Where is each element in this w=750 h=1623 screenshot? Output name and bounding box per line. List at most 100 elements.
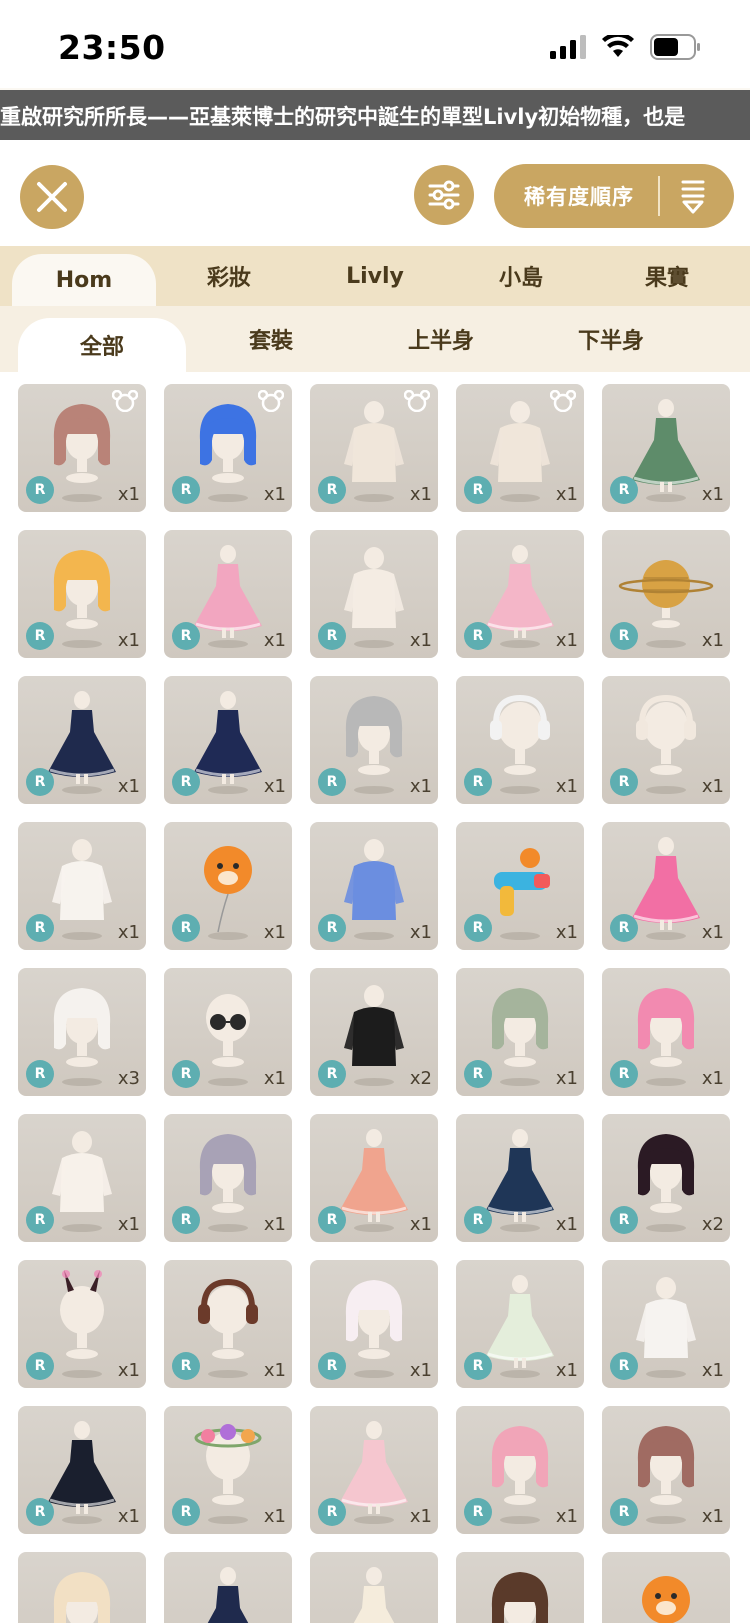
rarity-badge: R [172,622,200,650]
rarity-badge: R [464,768,492,796]
item-cell[interactable]: Rx1 [456,1406,584,1534]
rarity-badge: R [610,476,638,504]
item-quantity: x1 [409,484,432,505]
item-cell[interactable]: Rx1 [18,530,146,658]
tab-outfit[interactable]: 套裝 [186,306,356,372]
item-cell[interactable]: Rx1 [18,822,146,950]
rarity-badge: R [26,476,54,504]
item-cell[interactable]: Rx1 [602,822,730,950]
item-cell[interactable]: Rx1 [602,384,730,512]
item-cell[interactable]: Rx1 [164,1114,292,1242]
item-quantity: x1 [117,776,140,797]
rarity-badge: R [318,1060,346,1088]
filter-button[interactable] [414,165,474,225]
bear-ears-icon [550,390,576,412]
item-cell[interactable]: Rx1 [456,676,584,804]
cream-gown-icon [353,1567,395,1623]
rarity-badge: R [172,1352,200,1380]
item-cell[interactable]: Rx1 [456,1114,584,1242]
item-cell[interactable]: Rx1 [310,822,438,950]
item-cell[interactable]: Rx1 [310,384,438,512]
item-cell[interactable]: Rx1 [456,968,584,1096]
item-cell[interactable]: Rx1 [164,676,292,804]
item-cell[interactable]: Rx1 [18,1260,146,1388]
item-cell[interactable]: Rx1 [310,676,438,804]
item-cell[interactable]: Rx1 [310,1260,438,1388]
item-cell[interactable] [456,1552,584,1623]
item-cell[interactable] [164,1552,292,1623]
tab-island[interactable]: 小島 [448,246,594,306]
item-cell[interactable]: Rx1 [164,530,292,658]
item-cell[interactable]: Rx2 [602,1114,730,1242]
tab-fruit[interactable]: 果實 [594,246,740,306]
tab-all[interactable]: 全部 [18,318,186,372]
rarity-badge: R [26,1352,54,1380]
bear-ears-icon [112,390,138,412]
category-tabs: Hom 彩妝 Livly 小島 果實 [0,246,750,306]
item-cell[interactable]: Rx2 [310,968,438,1096]
item-quantity: x1 [409,1360,432,1381]
item-cell[interactable]: Rx1 [456,822,584,950]
item-cell[interactable]: Rx1 [456,1260,584,1388]
item-quantity: x1 [263,1214,286,1235]
item-cell[interactable]: Rx1 [310,1114,438,1242]
item-quantity: x1 [117,1214,140,1235]
battery-icon [650,34,700,60]
item-cell[interactable]: Rx1 [18,1406,146,1534]
rarity-badge: R [318,1206,346,1234]
item-cell[interactable]: Rx1 [602,676,730,804]
rarity-badge: R [318,622,346,650]
item-cell[interactable]: Rx1 [18,676,146,804]
item-cell[interactable]: Rx3 [18,968,146,1096]
item-cell[interactable]: Rx1 [456,384,584,512]
item-cell[interactable] [602,1552,730,1623]
rarity-badge: R [464,914,492,942]
item-cell[interactable]: Rx1 [164,1260,292,1388]
tab-upper-body[interactable]: 上半身 [356,306,526,372]
item-cell[interactable]: Rx1 [18,384,146,512]
item-cell[interactable]: Rx1 [164,384,292,512]
item-quantity: x1 [263,1360,286,1381]
sort-divider [658,176,660,216]
tab-hom[interactable]: Hom [12,254,156,306]
item-cell[interactable]: Rx1 [602,530,730,658]
rarity-badge: R [318,1498,346,1526]
hair-dark-brown-icon [491,1572,549,1623]
item-quantity: x2 [701,1214,724,1235]
status-bar: 23:50 [0,0,750,88]
sliders-icon [428,180,460,210]
item-quantity: x1 [555,1506,578,1527]
ticker-text: 重啟研究所所長——亞基萊博士的研究中誕生的單型Livly初始物種，也是 [0,105,686,129]
rarity-badge: R [464,1498,492,1526]
rarity-badge: R [610,1060,638,1088]
tab-makeup[interactable]: 彩妝 [156,246,302,306]
item-cell[interactable] [18,1552,146,1623]
item-quantity: x1 [263,484,286,505]
item-cell[interactable]: Rx1 [310,530,438,658]
tab-livly[interactable]: Livly [302,246,448,306]
item-quantity: x1 [117,922,140,943]
rarity-badge: R [610,1352,638,1380]
item-cell[interactable] [310,1552,438,1623]
news-ticker: 重啟研究所所長——亞基萊博士的研究中誕生的單型Livly初始物種，也是 [0,90,750,140]
item-cell[interactable]: Rx1 [602,968,730,1096]
item-quantity: x1 [555,1360,578,1381]
item-cell[interactable]: Rx1 [164,1406,292,1534]
item-cell[interactable]: Rx1 [456,530,584,658]
item-cell[interactable]: Rx1 [602,1406,730,1534]
item-quantity: x1 [701,922,724,943]
tab-lower-body[interactable]: 下半身 [526,306,696,372]
item-quantity: x1 [701,1360,724,1381]
item-quantity: x1 [555,1214,578,1235]
item-cell[interactable]: Rx1 [164,968,292,1096]
item-cell[interactable]: Rx1 [164,822,292,950]
item-cell[interactable]: Rx1 [602,1260,730,1388]
toolbar: 稀有度順序 [0,140,750,246]
item-quantity: x1 [263,776,286,797]
sort-button[interactable]: 稀有度順序 [494,164,734,228]
item-cell[interactable]: Rx1 [310,1406,438,1534]
item-quantity: x1 [263,922,286,943]
close-button[interactable] [20,165,84,229]
item-cell[interactable]: Rx1 [18,1114,146,1242]
item-quantity: x1 [555,630,578,651]
